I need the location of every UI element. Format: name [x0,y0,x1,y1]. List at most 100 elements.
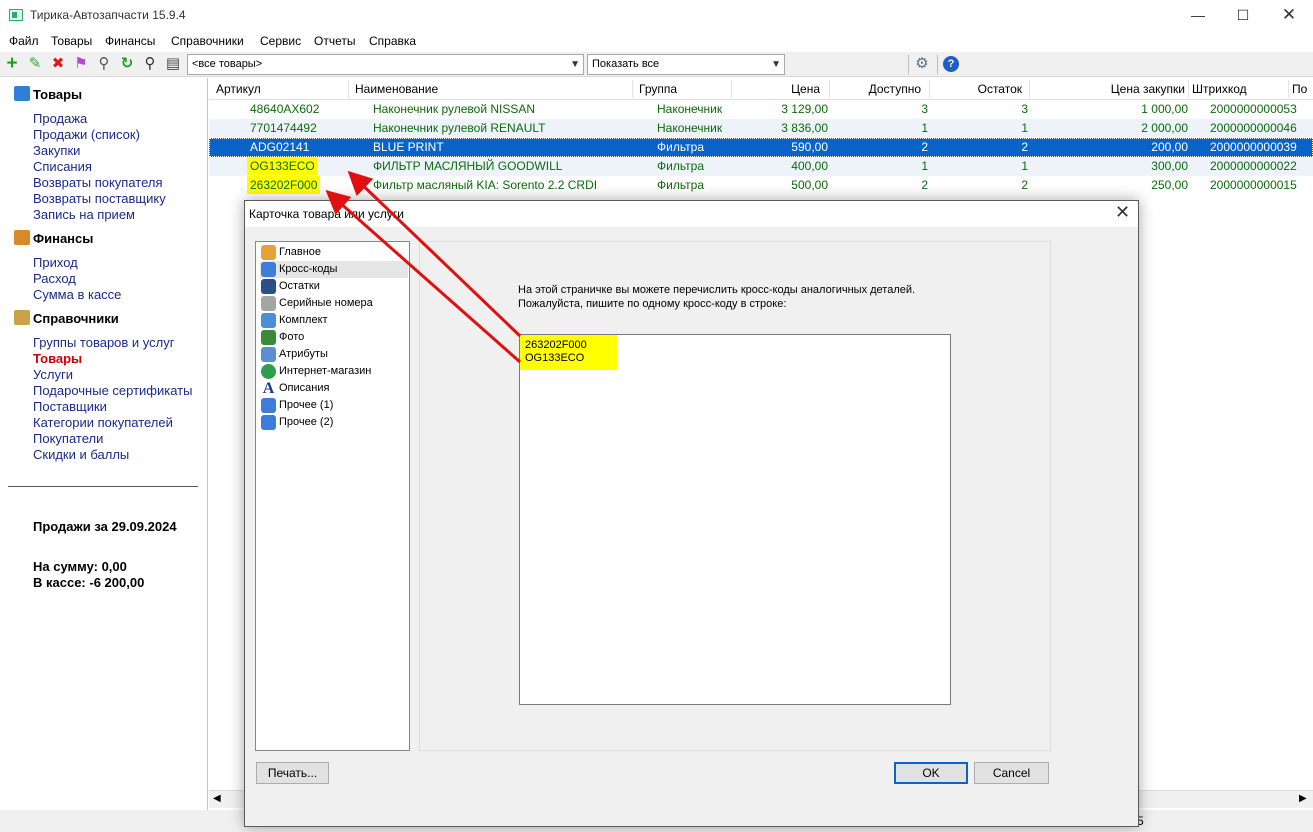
cell-barcode: 2000000000022 [1210,159,1297,173]
goods-filter-select[interactable]: <все товары> ▼ [187,54,584,75]
col-barcode[interactable]: Штрихкод [1192,82,1247,96]
ok-button[interactable]: OK [894,762,968,784]
cell-stock: 1 [1021,121,1028,135]
show-filter-select[interactable]: Показать все ▼ [587,54,785,75]
sidebar-item-customers[interactable]: Покупатели [33,431,103,446]
table-row-selected[interactable]: ADG02141 BLUE PRINT Фильтра 590,00 2 2 2… [209,138,1313,157]
nav-main[interactable]: Главное [260,244,408,261]
books-icon [14,310,30,325]
sidebar-item-customer-categories[interactable]: Категории покупателей [33,415,173,430]
sidebar-item-discounts[interactable]: Скидки и баллы [33,447,129,462]
maximize-button[interactable]: ☐ [1220,0,1266,32]
print-icon[interactable]: ▤ [165,56,181,72]
cell-available: 1 [921,121,928,135]
dialog-close-icon[interactable]: ✕ [1115,202,1130,223]
scroll-left-icon[interactable]: ◀ [213,793,221,804]
nav-webshop[interactable]: Интернет-магазин [260,363,408,380]
col-price[interactable]: Цена [786,82,820,96]
menu-file[interactable]: Файл [9,34,39,48]
sidebar-item-goods[interactable]: Товары [33,351,82,366]
cell-price: 3 129,00 [781,102,828,116]
cell-name: Фильтр масляный KIA: Sorento 2.2 CRDI [373,178,598,192]
search-icon[interactable]: ⚲ [142,56,158,72]
sidebar-item-cash-total[interactable]: Сумма в кассе [33,287,121,302]
goods-filter-value: <все товары> [192,58,263,70]
sidebar-section-goods[interactable]: Товары [33,87,82,102]
cell-available: 2 [921,140,928,154]
cancel-button[interactable]: Cancel [974,762,1049,784]
edit-icon[interactable]: ✎ [27,56,43,72]
menu-references[interactable]: Справочники [171,34,244,48]
col-group[interactable]: Группа [639,82,677,96]
nav-stock[interactable]: Остатки [260,278,408,295]
sidebar-divider [8,486,198,487]
cross-codes-textarea[interactable]: 263202F000 OG133ECO [519,334,951,705]
table-row[interactable]: 7701474492 Наконечник рулевой RENAULT На… [209,119,1313,138]
product-card-dialog: Карточка товара или услуги ✕ Главное Кро… [244,200,1139,827]
add-icon[interactable]: + [4,54,20,73]
sidebar-item-sales-list[interactable]: Продажи (список) [33,127,140,142]
scroll-right-icon[interactable]: ▶ [1299,793,1307,804]
table-row[interactable]: 263202F000 Фильтр масляный KIA: Sorento … [209,176,1313,195]
nav-other-1-label: Прочее (1) [279,399,334,411]
dialog-nav-list: Главное Кросс-коды Остатки Серийные номе… [255,241,410,751]
nav-cross-codes[interactable]: Кросс-коды [260,261,408,278]
sidebar-section-references[interactable]: Справочники [33,311,119,326]
nav-serials[interactable]: Серийные номера [260,295,408,312]
sidebar-item-services[interactable]: Услуги [33,367,73,382]
table-row[interactable]: 48640AX602 Наконечник рулевой NISSAN Нак… [209,100,1313,119]
house-icon [261,245,276,260]
minimize-button[interactable]: — [1175,0,1221,32]
col-extra[interactable]: По [1292,82,1307,96]
sidebar-section-finance[interactable]: Финансы [33,231,93,246]
sidebar-item-appointments[interactable]: Запись на прием [33,207,135,222]
show-filter-value: Показать все [592,58,660,70]
col-divider [1188,80,1189,98]
menu-goods[interactable]: Товары [51,34,92,48]
sidebar-item-groups[interactable]: Группы товаров и услуг [33,335,175,350]
chevron-down-icon: ▼ [570,59,580,70]
cell-available: 3 [921,102,928,116]
menu-help[interactable]: Справка [369,34,416,48]
col-article[interactable]: Артикул [216,82,261,96]
sidebar-item-purchases[interactable]: Закупки [33,143,80,158]
refresh-icon[interactable]: ↻ [119,56,135,72]
nav-kit[interactable]: Комплект [260,312,408,329]
sidebar-item-writeoffs[interactable]: Списания [33,159,92,174]
cross-codes-hint: На этой страничке вы можете перечислить … [518,283,915,311]
sidebar-item-supplier-returns[interactable]: Возвраты поставщику [33,191,166,206]
menu-service[interactable]: Сервис [260,34,301,48]
link-icon[interactable]: ⚲ [96,56,112,72]
table-row[interactable]: OG133ECO ФИЛЬТР МАСЛЯНЫЙ GOODWILL Фильтр… [209,157,1313,176]
cell-barcode: 2000000000046 [1210,121,1297,135]
sidebar-item-sale[interactable]: Продажа [33,111,87,126]
nav-serials-label: Серийные номера [279,297,373,309]
sidebar-item-expense[interactable]: Расход [33,271,76,286]
nav-other-1[interactable]: Прочее (1) [260,397,408,414]
sales-sum: На сумму: 0,00 [33,559,127,574]
nav-photo[interactable]: Фото [260,329,408,346]
print-button[interactable]: Печать... [256,762,329,784]
cell-purchase-price: 200,00 [1151,140,1188,154]
nav-other-2[interactable]: Прочее (2) [260,414,408,431]
delete-icon[interactable]: ✖ [50,56,66,72]
letter-a-icon: A [262,380,275,397]
menu-finance[interactable]: Финансы [105,34,155,48]
col-stock[interactable]: Остаток [964,82,1022,96]
app-icon [9,9,23,21]
sidebar-item-gift-cards[interactable]: Подарочные сертификаты [33,383,192,398]
sidebar-item-income[interactable]: Приход [33,255,78,270]
nav-attributes[interactable]: Атрибуты [260,346,408,363]
settings-icon[interactable]: ⚙ [914,56,930,72]
nav-descriptions[interactable]: A Описания [260,380,408,397]
col-name[interactable]: Наименование [355,82,438,96]
help-icon[interactable]: ? [943,56,959,72]
sidebar-item-suppliers[interactable]: Поставщики [33,399,107,414]
close-window-button[interactable]: ✕ [1266,0,1312,32]
col-purchase-price[interactable]: Цена закупки [1099,82,1185,96]
sidebar-item-customer-returns[interactable]: Возвраты покупателя [33,175,163,190]
menu-reports[interactable]: Отчеты [314,34,355,48]
col-available[interactable]: Доступно [859,82,921,96]
nav-kit-label: Комплект [279,314,328,326]
flag-icon[interactable]: ⚑ [73,56,89,72]
